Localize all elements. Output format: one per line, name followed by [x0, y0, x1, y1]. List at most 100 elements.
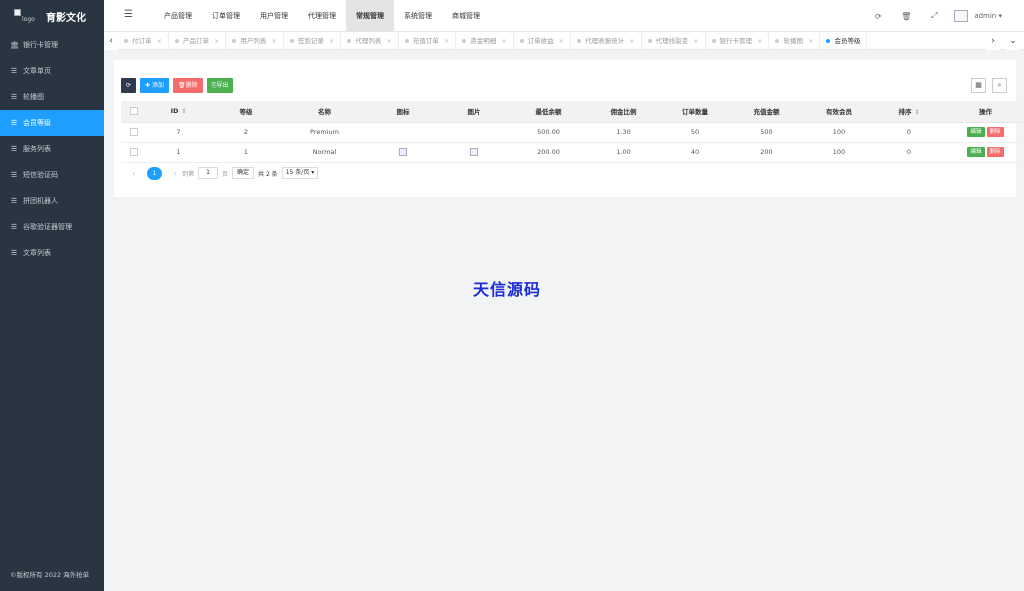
page-1-button[interactable]: 1	[147, 166, 162, 180]
export-label: 导出	[216, 82, 229, 89]
cell-actions: 编辑 删除	[943, 122, 1024, 143]
sidebar-item[interactable]: 🏛 银行卡管理	[0, 32, 104, 58]
cell-icon	[368, 142, 438, 163]
tab-item[interactable]: 代理线裂变 ×	[642, 32, 706, 50]
close-icon[interactable]: ×	[629, 37, 634, 45]
top-nav-item[interactable]: 产品管理	[154, 0, 202, 32]
brand-name: 育影文化	[46, 12, 86, 24]
tab-dot-icon	[462, 39, 467, 43]
top-nav-item[interactable]: 系统管理	[394, 0, 442, 32]
tab-dot-icon	[826, 39, 831, 43]
select-all-checkbox[interactable]	[129, 107, 138, 116]
row-checkbox[interactable]	[129, 148, 138, 156]
top-nav-item[interactable]: 商城管理	[442, 0, 490, 32]
row-delete-button[interactable]: 删除	[986, 147, 1004, 157]
sidebar-item[interactable]: ☰ 短信验证码	[0, 162, 104, 188]
prev-page-icon[interactable]: ‹	[127, 169, 141, 178]
close-icon[interactable]: ×	[386, 37, 391, 45]
tab-item[interactable]: 会员等级	[820, 32, 868, 50]
columns-toggle-icon[interactable]: ▦	[971, 78, 986, 93]
top-nav-item[interactable]: 订单管理	[202, 0, 250, 32]
tab-item[interactable]: 产品订单 ×	[169, 32, 227, 50]
tabs-scroll-left-icon[interactable]: ‹	[104, 32, 118, 50]
page-size-select[interactable]: 15 条/页 ▾	[281, 167, 319, 179]
cell-recharge: 500	[730, 122, 803, 143]
close-icon[interactable]: ×	[329, 37, 334, 45]
list-icon: ☰	[10, 67, 18, 75]
tab-item[interactable]: 银行卡管理 ×	[706, 32, 770, 50]
sort-icon[interactable]: ⇕	[914, 109, 919, 116]
tab-item[interactable]: 轮播图 ×	[769, 32, 821, 50]
user-menu[interactable]: admin ▾	[974, 12, 1002, 20]
sidebar-item[interactable]: ☰ 拼团机器人	[0, 188, 104, 214]
row-delete-button[interactable]: 删除	[986, 127, 1004, 137]
add-button[interactable]: ✚ 添加	[140, 78, 169, 93]
sidebar-item[interactable]: ☰ 轮播图	[0, 84, 104, 110]
search-icon[interactable]: ⌕	[992, 78, 1007, 93]
confirm-button[interactable]: 确定	[232, 167, 255, 179]
edit-button[interactable]: 编辑	[967, 147, 985, 157]
sidebar-item[interactable]: ☰ 文章单页	[0, 58, 104, 84]
tab-item[interactable]: 签到记录 ×	[284, 32, 342, 50]
sidebar-item[interactable]: ☰ 文章列表	[0, 240, 104, 266]
refresh-button[interactable]: ⟳	[121, 78, 136, 93]
pagination: ‹ 1 › 到第 1 页 确定 共 2 条 15 条/页 ▾	[127, 166, 319, 180]
copyright: ©版权所有 2022 海外抢单	[10, 571, 90, 579]
close-icon[interactable]: ×	[157, 37, 162, 45]
tab-item[interactable]: 订单收益 ×	[514, 32, 572, 50]
close-icon[interactable]: ×	[693, 37, 698, 45]
top-nav-item[interactable]: 用户管理	[250, 0, 298, 32]
close-icon[interactable]: ×	[214, 37, 219, 45]
top-nav-item[interactable]: 常规管理	[346, 0, 394, 32]
close-icon[interactable]: ×	[808, 37, 813, 45]
logo-area: logo 育影文化	[0, 0, 104, 32]
column-header-actions: 操作	[943, 101, 1024, 123]
column-label: 排序	[898, 108, 912, 117]
broken-image-icon	[399, 148, 407, 156]
sidebar-item[interactable]: ☰ 会员等级	[0, 110, 104, 136]
close-icon[interactable]: ×	[271, 37, 276, 45]
list-icon: ☰	[10, 249, 18, 257]
tab-item[interactable]: 付订单 ×	[118, 32, 169, 50]
logo-alt-text: logo	[22, 16, 35, 23]
sort-icon[interactable]: ⇕	[181, 108, 186, 115]
avatar[interactable]	[954, 10, 969, 22]
fullscreen-icon[interactable]: ⤢	[920, 11, 948, 21]
delete-button[interactable]: 🗑删除	[172, 78, 203, 93]
cell-level: 1	[211, 142, 281, 163]
tabs-scroll-right-icon[interactable]: ›	[986, 32, 1000, 50]
close-icon[interactable]: ×	[444, 37, 449, 45]
tab-label: 代理表报统计	[585, 37, 625, 45]
menu-toggle-icon[interactable]: ☰	[124, 9, 133, 20]
tab-item[interactable]: 代理列表 ×	[341, 32, 399, 50]
next-page-icon[interactable]: ›	[168, 169, 182, 178]
page-input[interactable]: 1	[198, 167, 219, 179]
close-icon[interactable]: ×	[559, 37, 564, 45]
tab-item[interactable]: 充值订单 ×	[399, 32, 457, 50]
sidebar-item-label: 文章单页	[23, 67, 51, 75]
tab-item[interactable]: 资金明细 ×	[456, 32, 514, 50]
sidebar-item[interactable]: ☰ 服务列表	[0, 136, 104, 162]
edit-button[interactable]: 编辑	[967, 127, 985, 137]
trash-icon[interactable]: 🗑	[892, 12, 920, 21]
refresh-icon[interactable]: ⟳	[864, 12, 892, 21]
caret-down-icon: ▾	[311, 169, 315, 176]
list-icon: ☰	[10, 93, 18, 101]
column-header-id[interactable]: ID ⇕	[146, 101, 211, 123]
cell-recharge: 200	[730, 142, 803, 163]
tab-dot-icon	[577, 39, 582, 43]
list-icon: ☰	[10, 223, 18, 231]
tab-item[interactable]: 用户列表 ×	[226, 32, 284, 50]
tab-label: 银行卡管理	[719, 37, 753, 45]
column-header-sort[interactable]: 排序 ⇕	[875, 101, 943, 123]
cell-min-balance: 200.00	[510, 142, 587, 163]
top-nav-item[interactable]: 代理管理	[298, 0, 346, 32]
tab-item[interactable]: 代理表报统计 ×	[571, 32, 642, 50]
close-icon[interactable]: ×	[501, 37, 506, 45]
tabs-dropdown-icon[interactable]: ⌄	[1006, 32, 1020, 50]
top-bar: ☰ 产品管理 订单管理 用户管理 代理管理 常规管理 系统管理 商城管理 ⟳ 🗑 ⤢ adm…	[104, 0, 1024, 32]
sidebar-item[interactable]: ☰ 谷歌验证器管理	[0, 214, 104, 240]
close-icon[interactable]: ×	[757, 37, 762, 45]
row-checkbox[interactable]	[129, 128, 138, 136]
export-button[interactable]: ⎘导出	[206, 78, 234, 93]
